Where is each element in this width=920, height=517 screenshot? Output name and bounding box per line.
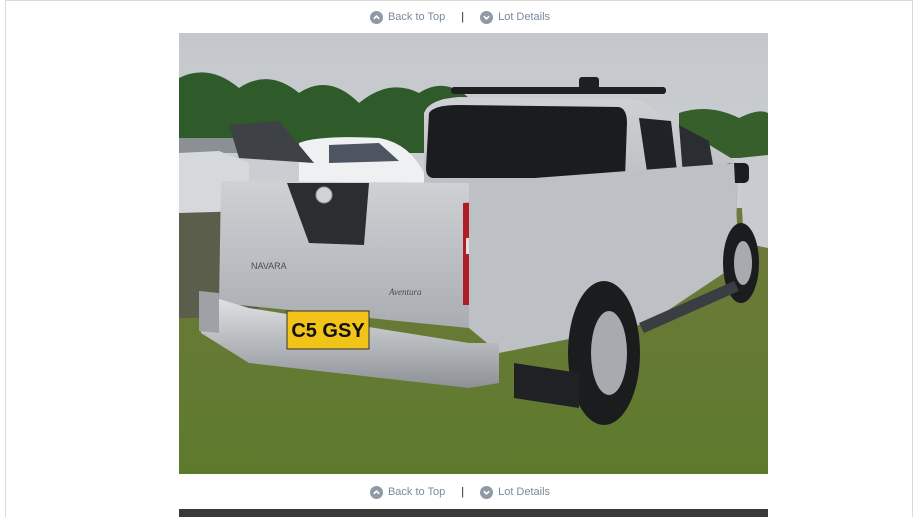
photo-nav-top: Back to Top | Lot Details xyxy=(0,7,920,27)
lot-details-label: Lot Details xyxy=(498,11,551,23)
back-to-top-link[interactable]: Back to Top xyxy=(369,10,446,24)
chevron-down-icon xyxy=(480,485,494,499)
license-plate-text: C5 GSY xyxy=(291,320,365,342)
chevron-up-icon xyxy=(369,10,383,24)
lot-details-link[interactable]: Lot Details xyxy=(480,10,551,24)
chevron-down-icon xyxy=(480,10,494,24)
lot-details-link-2[interactable]: Lot Details xyxy=(480,485,551,499)
back-to-top-label: Back to Top xyxy=(387,11,446,23)
badge-aventura: Aventura xyxy=(388,287,422,297)
back-to-top-label: Back to Top xyxy=(387,486,446,498)
next-vehicle-photo[interactable] xyxy=(179,509,768,517)
photo-nav-bottom: Back to Top | Lot Details xyxy=(0,482,920,502)
badge-navara: NAVARA xyxy=(251,261,287,271)
nav-separator: | xyxy=(461,486,465,498)
vehicle-photo[interactable]: C5 GSY NAVARA Aventura xyxy=(179,33,768,474)
nav-separator: | xyxy=(461,11,465,23)
back-to-top-link-2[interactable]: Back to Top xyxy=(369,485,446,499)
lot-details-label: Lot Details xyxy=(498,486,551,498)
chevron-up-icon xyxy=(369,485,383,499)
